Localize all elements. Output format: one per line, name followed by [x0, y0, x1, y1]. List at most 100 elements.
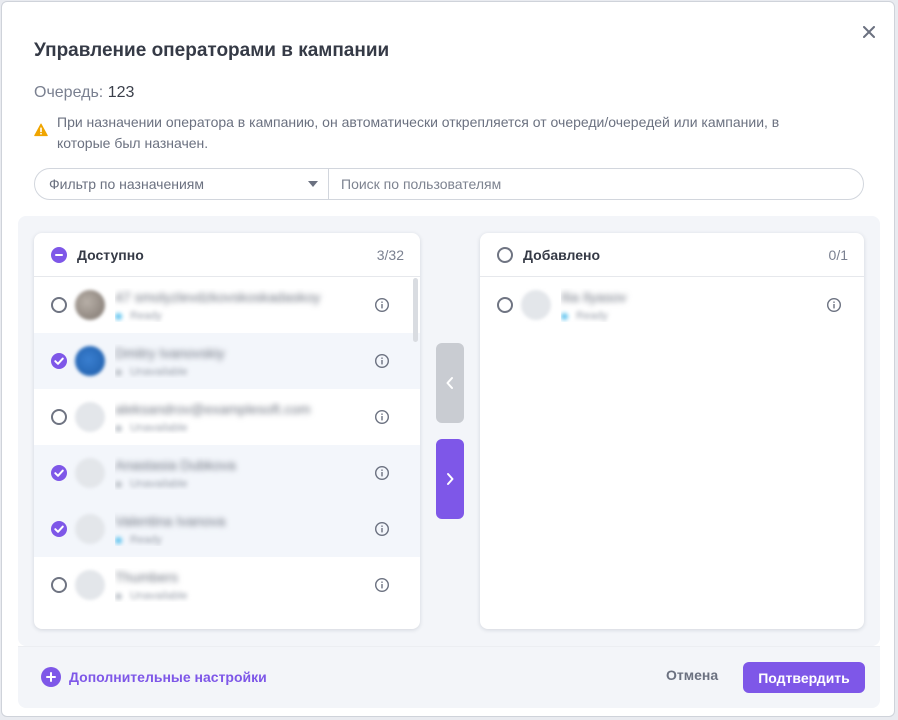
row-text: Valentina Ivanova Ready — [115, 512, 351, 546]
info-icon[interactable] — [374, 409, 390, 425]
user-row[interactable]: Anastasia Dubkova Unavailable — [34, 445, 420, 501]
user-name: Ilia Ilyasov — [561, 289, 627, 305]
row-text: Dmitry Ivanovskiy Unavailable — [115, 344, 351, 378]
cancel-button[interactable]: Отмена — [666, 667, 718, 683]
close-icon — [863, 26, 875, 38]
user-name: Thumbers — [115, 569, 179, 585]
more-settings-button[interactable]: Дополнительные настройки — [41, 667, 267, 687]
user-row[interactable]: 47 smolyzlevdzkovskoskadaskoy Ready — [34, 277, 420, 333]
user-status: Unavailable — [115, 590, 351, 602]
close-button[interactable] — [860, 23, 878, 41]
warning-icon — [34, 123, 48, 137]
available-header: Доступно 3/32 — [34, 233, 420, 277]
row-checkbox[interactable] — [51, 409, 67, 425]
avatar — [75, 290, 105, 320]
added-title: Добавлено — [523, 246, 601, 263]
row-text: aleksandrov@examplesoft.com Unavailable — [115, 400, 351, 434]
available-scrollbar[interactable] — [413, 278, 418, 342]
avatar — [75, 458, 105, 488]
user-row[interactable]: Dmitry Ivanovskiy Unavailable — [34, 333, 420, 389]
avatar — [75, 346, 105, 376]
status-dot-icon — [115, 480, 122, 488]
user-status: Ready — [115, 310, 351, 322]
added-header: Добавлено 0/1 — [480, 233, 864, 277]
move-to-available-button[interactable] — [436, 343, 464, 423]
row-text: 47 smolyzlevdzkovskoskadaskoy Ready — [115, 288, 351, 322]
assignment-filter-select[interactable]: Фильтр по назначениям — [35, 169, 329, 199]
available-list: 47 smolyzlevdzkovskoskadaskoy Ready Dmitry… — [34, 277, 420, 613]
user-status-text: Unavailable — [130, 422, 188, 434]
confirm-button[interactable]: Подтвердить — [743, 662, 865, 693]
user-search-input[interactable] — [329, 169, 863, 199]
user-status-text: Unavailable — [130, 366, 188, 378]
user-row[interactable]: aleksandrov@examplesoft.com Unavailable — [34, 389, 420, 445]
user-status-text: Ready — [130, 310, 162, 322]
user-status: Unavailable — [115, 366, 351, 378]
filter-bar: Фильтр по назначениям — [34, 168, 864, 200]
user-name: Dmitry Ivanovskiy — [115, 345, 225, 361]
status-dot-icon — [115, 592, 122, 600]
operators-dialog: Управление операторами в кампании Очеред… — [1, 1, 895, 717]
user-status-text: Ready — [130, 534, 162, 546]
user-status-text: Unavailable — [130, 478, 188, 490]
user-status-text: Unavailable — [130, 590, 188, 602]
row-checkbox[interactable] — [51, 297, 67, 313]
avatar — [75, 570, 105, 600]
row-text: Anastasia Dubkova Unavailable — [115, 456, 351, 490]
available-panel: Доступно 3/32 47 smolyzlevdzkovskoskadas… — [34, 233, 420, 629]
added-count: 0/1 — [828, 246, 848, 263]
added-panel: Добавлено 0/1 Ilia Ilyasov Ready — [480, 233, 864, 629]
info-icon[interactable] — [374, 353, 390, 369]
row-checkbox[interactable] — [497, 297, 513, 313]
user-name: 47 smolyzlevdzkovskoskadaskoy — [115, 289, 321, 305]
move-to-added-button[interactable] — [436, 439, 464, 519]
user-status: Unavailable — [115, 422, 351, 434]
status-dot-icon — [115, 312, 122, 320]
chevron-left-icon — [446, 377, 453, 389]
row-checkbox[interactable] — [51, 577, 67, 593]
warning-message: При назначении оператора в кампанию, он … — [34, 112, 834, 154]
added-list: Ilia Ilyasov Ready — [480, 277, 864, 333]
user-row[interactable]: Valentina Ivanova Ready — [34, 501, 420, 557]
warning-text: При назначении оператора в кампанию, он … — [57, 114, 780, 151]
user-status: Ready — [561, 310, 797, 322]
user-row[interactable]: Ilia Ilyasov Ready — [480, 277, 864, 333]
user-name: Anastasia Dubkova — [115, 457, 236, 473]
chevron-right-icon — [447, 473, 454, 485]
user-status-text: Ready — [576, 310, 608, 322]
avatar — [75, 514, 105, 544]
row-text: Thumbers Unavailable — [115, 568, 351, 602]
avatar — [75, 402, 105, 432]
info-icon[interactable] — [826, 297, 842, 313]
plus-icon — [46, 672, 56, 682]
status-dot-icon — [115, 368, 122, 376]
available-title: Доступно — [77, 246, 144, 263]
status-dot-icon — [115, 536, 122, 544]
row-checkbox[interactable] — [51, 521, 67, 537]
row-checkbox[interactable] — [51, 353, 67, 369]
row-checkbox[interactable] — [51, 465, 67, 481]
user-name: aleksandrov@examplesoft.com — [115, 401, 311, 417]
queue-label: Очередь: — [34, 84, 104, 101]
info-icon[interactable] — [374, 465, 390, 481]
info-icon[interactable] — [374, 577, 390, 593]
more-settings-label: Дополнительные настройки — [69, 669, 267, 685]
assignment-filter-value: Фильтр по назначениям — [49, 176, 205, 192]
user-status: Ready — [115, 534, 351, 546]
status-dot-icon — [115, 424, 122, 432]
user-row[interactable]: Thumbers Unavailable — [34, 557, 420, 613]
queue-info: Очередь: 123 — [34, 84, 134, 102]
available-select-all-checkbox[interactable] — [51, 246, 67, 263]
info-icon[interactable] — [374, 297, 390, 313]
plus-circle — [41, 667, 61, 687]
dialog-title: Управление операторами в кампании — [34, 40, 390, 61]
status-dot-icon — [561, 312, 568, 320]
row-text: Ilia Ilyasov Ready — [561, 288, 797, 322]
caret-down-icon — [308, 181, 318, 187]
added-select-all-checkbox[interactable] — [497, 246, 513, 263]
available-count: 3/32 — [376, 246, 404, 263]
dialog-footer: Дополнительные настройки Отмена Подтверд… — [18, 646, 880, 708]
info-icon[interactable] — [374, 521, 390, 537]
user-name: Valentina Ivanova — [115, 513, 226, 529]
transfer-area: Доступно 3/32 47 smolyzlevdzkovskoskadas… — [18, 216, 880, 646]
